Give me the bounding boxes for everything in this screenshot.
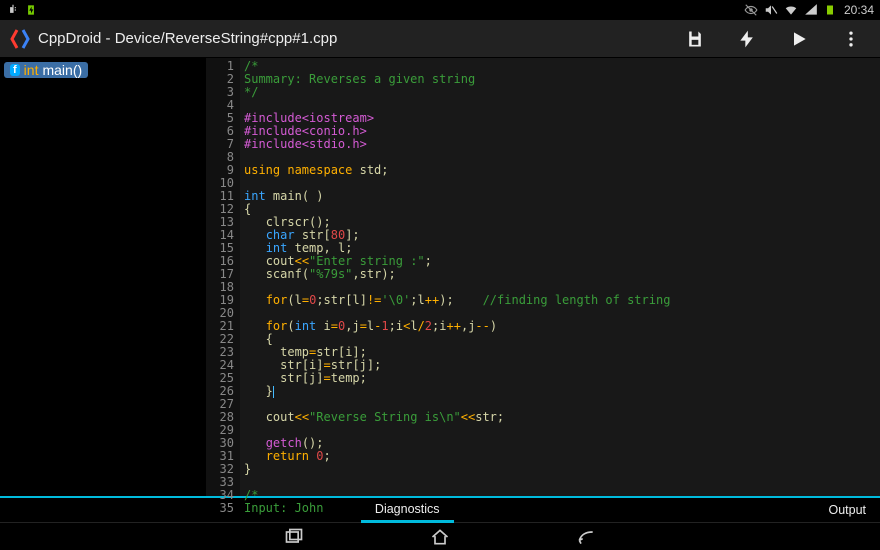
nav-recent-button[interactable] xyxy=(281,526,307,548)
app-logo-icon xyxy=(8,27,32,51)
outline-type: int xyxy=(24,62,39,78)
code-line[interactable]: #include<stdio.h> xyxy=(244,138,880,151)
code-line[interactable]: Input: John xyxy=(244,502,880,515)
code-line[interactable]: } xyxy=(244,463,880,476)
code-line[interactable]: for(int i=0,j=l-1;i<l/2;i++,j--) xyxy=(244,320,880,333)
code-line[interactable]: /* xyxy=(244,489,880,502)
nav-home-button[interactable] xyxy=(427,526,453,548)
usb-icon xyxy=(6,3,20,17)
status-time: 20:34 xyxy=(844,3,874,17)
code-line[interactable]: int main( ) xyxy=(244,190,880,203)
code-line[interactable] xyxy=(244,476,880,489)
code-line[interactable]: getch(); xyxy=(244,437,880,450)
code-line[interactable]: scanf("%79s",str); xyxy=(244,268,880,281)
line-number-gutter: 1234567891011121314151617181920212223242… xyxy=(206,58,240,496)
code-line[interactable] xyxy=(244,177,880,190)
code-line[interactable]: str[j]=temp; xyxy=(244,372,880,385)
app-header: CppDroid - Device/ReverseString#cpp#1.cp… xyxy=(0,20,880,58)
code-line[interactable]: { xyxy=(244,203,880,216)
code-line[interactable]: for(l=0;str[l]!='\0';l++); //finding len… xyxy=(244,294,880,307)
android-nav-bar xyxy=(0,522,880,550)
code-line[interactable] xyxy=(244,424,880,437)
code-line[interactable]: cout<<"Reverse String is\n"<<str; xyxy=(244,411,880,424)
mute-icon xyxy=(764,3,778,17)
main-area: f int main() 123456789101112131415161718… xyxy=(0,58,880,496)
outline-name: main() xyxy=(42,62,82,78)
overflow-menu-button[interactable] xyxy=(840,28,862,50)
app-title: CppDroid - Device/ReverseString#cpp#1.cp… xyxy=(38,30,337,47)
wifi-icon xyxy=(784,3,798,17)
code-line[interactable]: */ xyxy=(244,86,880,99)
code-line[interactable]: } xyxy=(244,385,880,398)
run-button[interactable] xyxy=(788,28,810,50)
code-line[interactable]: Summary: Reverses a given string xyxy=(244,73,880,86)
code-editor[interactable]: 1234567891011121314151617181920212223242… xyxy=(206,58,880,496)
code-line[interactable]: return 0; xyxy=(244,450,880,463)
save-button[interactable] xyxy=(684,28,706,50)
outline-function-item[interactable]: f int main() xyxy=(4,62,88,78)
eye-off-icon xyxy=(744,3,758,17)
code-column[interactable]: /*Summary: Reverses a given string*/#inc… xyxy=(240,58,880,496)
function-badge-icon: f xyxy=(10,64,20,76)
line-number: 35 xyxy=(206,502,234,515)
code-line[interactable]: using namespace std; xyxy=(244,164,880,177)
battery-icon xyxy=(824,3,838,17)
android-status-bar: 20:34 xyxy=(0,0,880,20)
outline-sidebar: f int main() xyxy=(0,58,206,496)
battery-charging-icon xyxy=(24,3,38,17)
nav-back-button[interactable] xyxy=(573,526,599,548)
build-button[interactable] xyxy=(736,28,758,50)
signal-icon xyxy=(804,3,818,17)
